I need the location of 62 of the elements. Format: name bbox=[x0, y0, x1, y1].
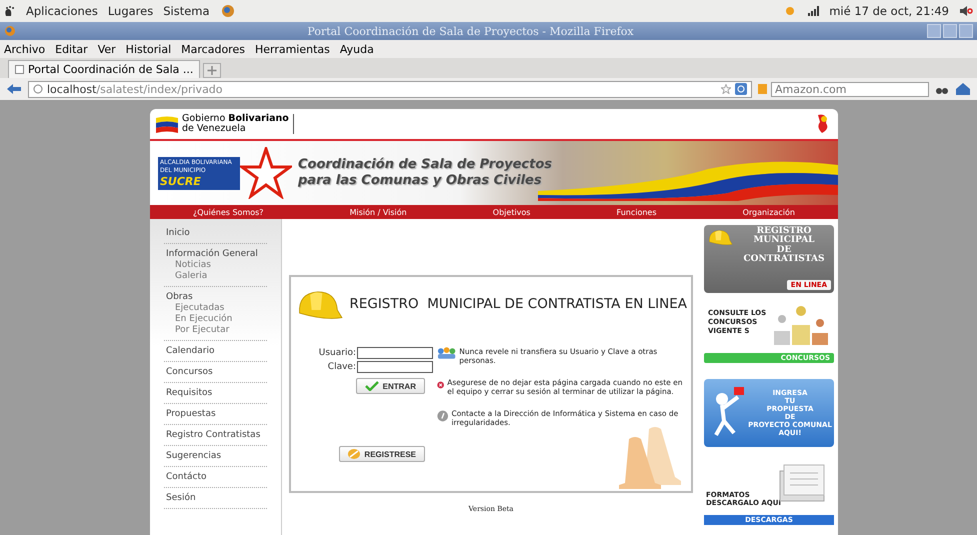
sidebar-item[interactable]: Concursos bbox=[166, 367, 267, 377]
foot-logo-icon bbox=[4, 5, 16, 17]
signal-icon bbox=[807, 5, 820, 17]
clock-text[interactable]: mié 17 de oct, 21:49 bbox=[829, 4, 949, 18]
field-label: Usuario: bbox=[318, 348, 356, 358]
people-icon bbox=[437, 347, 456, 359]
government-logo-text: Gobierno Bolivariano de Venezuela bbox=[182, 114, 294, 134]
menu-item[interactable]: Archivo bbox=[4, 42, 46, 56]
menu-item[interactable]: Ayuda bbox=[340, 42, 374, 56]
banner-text: REGISTRO MUNICIPAL DE CONTRATISTAS bbox=[742, 227, 826, 265]
back-arrow-icon[interactable] bbox=[6, 83, 22, 95]
window-title: Portal Coordinación de Sala de Proyectos - Mozilla Firefox bbox=[306, 24, 635, 38]
menu-item[interactable]: Ver bbox=[98, 42, 116, 56]
helmet-icon bbox=[707, 227, 733, 247]
sidebar-item[interactable]: Sesión bbox=[166, 493, 267, 503]
sidebar-item[interactable]: Calendario bbox=[166, 346, 267, 356]
sidebar-item[interactable]: Registro Contratistas bbox=[166, 430, 267, 440]
input-field[interactable] bbox=[357, 347, 433, 359]
sidebar-item[interactable]: Obras bbox=[166, 292, 267, 302]
nav-link[interactable]: Funciones bbox=[616, 208, 657, 216]
field-label: Clave: bbox=[328, 362, 356, 372]
nav-link[interactable]: Misión / Visión bbox=[350, 208, 407, 216]
venezuela-flag-icon bbox=[156, 115, 178, 133]
login-button[interactable]: ENTRAR bbox=[356, 378, 425, 394]
star-icon[interactable] bbox=[721, 84, 731, 94]
page-icon bbox=[15, 65, 24, 74]
menu-item[interactable]: Editar bbox=[55, 42, 88, 56]
sidebar-item[interactable]: Requisitos bbox=[166, 388, 267, 398]
sidebar-item[interactable]: Información General bbox=[166, 249, 267, 259]
new-tab-icon[interactable] bbox=[203, 63, 222, 78]
menu-item[interactable]: Historial bbox=[126, 42, 172, 56]
menu-item[interactable]: Herramientas bbox=[254, 42, 330, 56]
nav-link[interactable]: Objetivos bbox=[492, 208, 530, 216]
panel-menu[interactable]: Aplicaciones bbox=[26, 4, 98, 18]
input-field[interactable] bbox=[357, 361, 433, 373]
sidebar-item[interactable]: Propuestas bbox=[166, 409, 267, 419]
logo-name: SUCRE bbox=[160, 174, 202, 188]
browser-tab[interactable]: Portal Coordinación de Sala ... bbox=[8, 60, 200, 78]
sidebar-item[interactable]: Sugerencias bbox=[166, 451, 267, 461]
info-icon bbox=[437, 408, 448, 422]
panel-menu[interactable]: Lugares bbox=[108, 4, 154, 18]
sidebar-item[interactable]: Inicio bbox=[166, 228, 267, 238]
sidebar-item[interactable]: Contácto bbox=[166, 472, 267, 482]
search-field[interactable]: Amazon.com bbox=[771, 82, 929, 96]
menu-item[interactable]: Marcadores bbox=[181, 42, 245, 56]
sidebar-subitem[interactable]: Noticias bbox=[166, 260, 267, 270]
register-button[interactable]: REGISTRESE bbox=[339, 446, 425, 462]
podium-drawing bbox=[772, 305, 830, 345]
check-icon bbox=[364, 381, 379, 391]
nav-link[interactable]: Organización bbox=[742, 208, 795, 216]
home-icon[interactable] bbox=[955, 82, 971, 96]
sidebar-subitem[interactable]: Por Ejecutar bbox=[166, 325, 267, 335]
banner-title: Coordinación de Sala de Proyectos para las Comunas y Obras Civiles bbox=[298, 157, 552, 189]
address-field[interactable]: localhost/salatest/index/privado bbox=[28, 80, 752, 98]
star-icon bbox=[240, 147, 292, 199]
sidebar-subitem[interactable]: Galeria bbox=[166, 271, 267, 281]
speaker-icon bbox=[959, 5, 973, 17]
sidebar-subitem[interactable]: Ejecutadas bbox=[166, 303, 267, 313]
login-title: REGISTRO MUNICIPAL DE CONTRATISTA EN LINEA bbox=[349, 296, 687, 312]
panel-menu[interactable]: Sistema bbox=[163, 4, 210, 18]
nav-link[interactable]: ¿Quiénes Somos? bbox=[193, 208, 264, 216]
sidebar-subitem[interactable]: En Ejecución bbox=[166, 314, 267, 324]
